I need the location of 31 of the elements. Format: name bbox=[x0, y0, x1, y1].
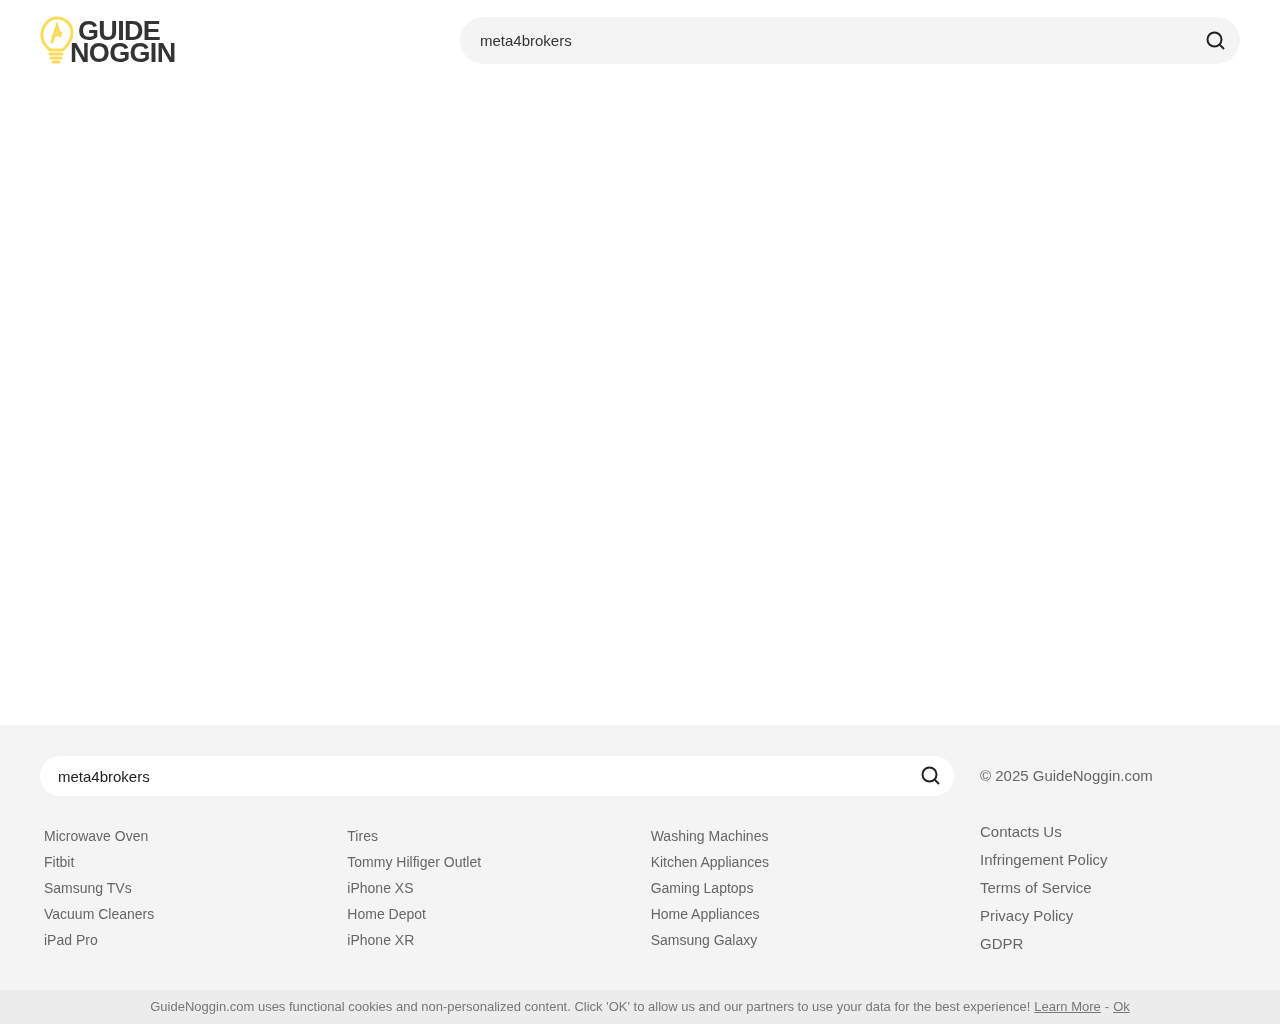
footer-link[interactable]: Home Appliances bbox=[650, 905, 760, 924]
learn-more-link[interactable]: Learn More bbox=[1034, 997, 1101, 1017]
search-icon[interactable] bbox=[1206, 30, 1226, 51]
footer-link[interactable]: Fitbit bbox=[44, 853, 75, 872]
footer-link[interactable]: iPhone XS bbox=[347, 879, 414, 898]
footer-link[interactable]: Microwave Oven bbox=[44, 827, 149, 846]
footer-link[interactable]: Gaming Laptops bbox=[650, 879, 754, 898]
search-icon[interactable] bbox=[921, 766, 941, 786]
separator-text: - bbox=[1104, 998, 1110, 1017]
search-field[interactable]: meta4brokers bbox=[460, 16, 1240, 64]
footer-link[interactable]: Samsung Galaxy bbox=[650, 931, 758, 950]
footer-link[interactable]: GDPR bbox=[980, 930, 1024, 958]
footer-link[interactable]: Infringement Policy bbox=[980, 846, 1108, 874]
footer-link[interactable]: Samsung TVs bbox=[44, 879, 132, 898]
logo-text: GUIDE bbox=[78, 20, 161, 42]
footer-link[interactable]: Terms of Service bbox=[980, 874, 1092, 902]
logo-text: NOGGIN bbox=[70, 42, 176, 64]
cookie-message: GuideNoggin.com uses functional cookies and non-personalized content. Click 'OK' to allow us and our partners to use your data for the best experience! bbox=[150, 998, 1031, 1017]
search-field[interactable]: meta4brokers bbox=[40, 756, 954, 796]
ok-link[interactable]: Ok bbox=[1113, 997, 1130, 1017]
footer-link[interactable]: Tommy Hilfiger Outlet bbox=[347, 853, 482, 872]
footer-link[interactable]: Washing Machines bbox=[650, 827, 769, 846]
footer-link[interactable]: iPad Pro bbox=[44, 931, 98, 950]
copyright-text: © 2025 GuideNoggin.com bbox=[980, 766, 1153, 786]
footer-link[interactable]: Vacuum Cleaners bbox=[44, 905, 155, 924]
footer-link[interactable]: Kitchen Appliances bbox=[650, 853, 769, 872]
footer-link[interactable]: Home Depot bbox=[347, 905, 426, 924]
footer-link[interactable]: Privacy Policy bbox=[980, 902, 1074, 930]
footer-link[interactable]: Tires bbox=[347, 827, 378, 846]
footer-link[interactable]: iPhone XR bbox=[347, 931, 415, 950]
footer-link[interactable]: Contacts Us bbox=[980, 818, 1062, 846]
